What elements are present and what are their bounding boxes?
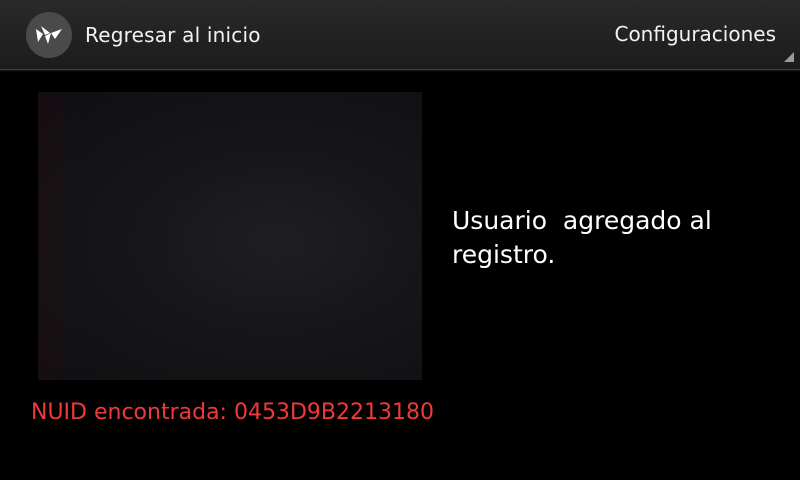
status-message: Usuario agregado al registro. xyxy=(452,206,720,269)
home-label: Regresar al inicio xyxy=(85,23,261,47)
overflow-indicator-icon xyxy=(784,52,794,62)
home-button[interactable]: Regresar al inicio xyxy=(26,12,261,58)
camera-preview xyxy=(38,92,422,380)
app-window: Regresar al inicio Configuraciones Usuar… xyxy=(0,0,800,480)
settings-button[interactable]: Configuraciones xyxy=(614,22,776,46)
kivy-logo-icon xyxy=(26,12,72,58)
action-bar: Regresar al inicio Configuraciones xyxy=(0,0,800,72)
nuid-label: NUID encontrada: 0453D9B2213180 xyxy=(31,400,434,425)
